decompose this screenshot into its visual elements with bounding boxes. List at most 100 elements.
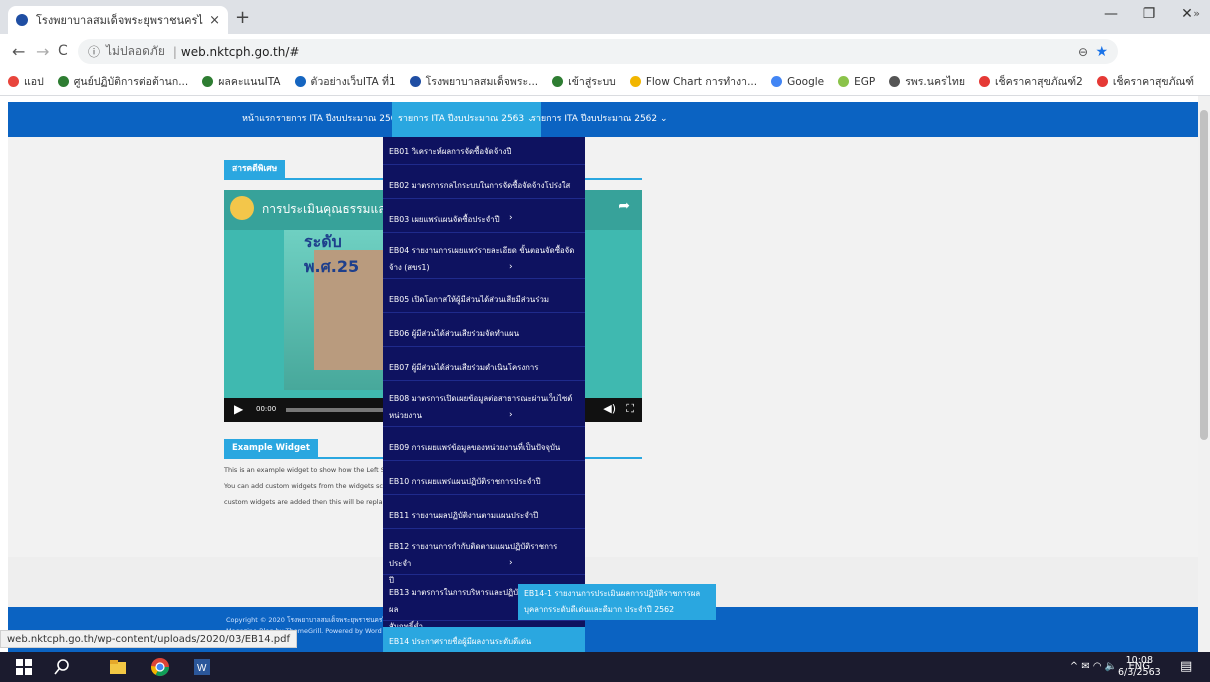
bookmark-label: ตัวอย่างเว็บITA ที่1 [310, 76, 396, 88]
info-icon[interactable]: ⓘ [88, 43, 100, 60]
nav-ita-2562[interactable]: รายการ ITA ปีงบประมาณ 2562 ⌄ [525, 102, 674, 137]
bookmark-item[interactable]: ตัวอย่างเว็บITA ที่1 [294, 73, 396, 90]
clock-date: 6/3/2563 [1118, 667, 1161, 678]
file-explorer-icon[interactable] [108, 657, 128, 677]
bookmark-label: Flow Chart การทำงา... [645, 76, 758, 88]
chevron-right-icon: › [509, 262, 513, 272]
chrome-icon[interactable] [150, 657, 170, 677]
bookmark-item[interactable]: เช็คราคาสุขภัณฑ์ [1096, 73, 1194, 90]
bookmark-favicon-icon [771, 76, 783, 87]
fullscreen-icon[interactable]: ⛶ [626, 402, 634, 416]
bookmark-item[interactable]: Flow Chart การทำงา... [629, 73, 758, 90]
dropdown-menu-item[interactable]: EB14 ประกาศรายชื่อผู้มีผลงานระดับดีเด่น [383, 627, 585, 652]
dropdown-item-label: EB08 มาตรการเปิดเผยข้อมูลต่อสาธารณะผ่านเ… [389, 394, 573, 403]
browser-tab-bar: โรงพยาบาลสมเด็จพระยุพราชนครไทย × + — ❐ ✕ [0, 0, 1210, 34]
ita-2563-dropdown-menu: EB01 วิเคราะห์ผลการจัดซื้อจัดจ้างปี EB02 … [383, 137, 585, 652]
chevron-right-icon: › [509, 213, 513, 223]
dropdown-item-label: จ้าง (สขร1) [389, 263, 430, 272]
nav-ita-2564[interactable]: รายการ ITA ปีงบประมาณ 2564 [270, 102, 408, 137]
dropdown-menu-item[interactable]: EB01 วิเคราะห์ผลการจัดซื้อจัดจ้างปี [383, 137, 585, 165]
dropdown-menu-item[interactable]: EB04 รายงานการเผยแพร่รายละเอียด ขั้นตอนจ… [383, 239, 585, 279]
dropdown-menu-item[interactable]: EB11 รายงานผลปฏิบัติงานตามแผนประจำปี [383, 501, 585, 529]
bookmark-favicon-icon [202, 76, 214, 87]
restore-button[interactable]: ❐ [1134, 6, 1164, 22]
video-time: 00:00 [256, 405, 277, 413]
dropdown-item-label: EB11 รายงานผลปฏิบัติงานตามแผนประจำปี [389, 511, 539, 520]
dropdown-menu-item[interactable]: EB05 เปิดโอกาสให้ผู้มีส่วนได้ส่วนเสียมีส… [383, 285, 585, 313]
widget-title-example: Example Widget [224, 439, 318, 457]
dropdown-item-label: EB06 ผู้มีส่วนได้ส่วนเสียร่วมจัดทำแผน [389, 329, 520, 338]
dropdown-item-label: หน่วยงาน [389, 411, 422, 420]
back-button[interactable]: ← [12, 42, 25, 61]
nav-ita-2563[interactable]: รายการ ITA ปีงบประมาณ 2563 ⌄ [392, 102, 541, 137]
dropdown-item-label: EB14 ประกาศรายชื่อผู้มีผลงานระดับดีเด่น [389, 637, 532, 646]
submenu-line: บุคลากรระดับดีเด่นและดีมาก ประจำปี 2562 [524, 605, 675, 614]
channel-logo-icon [230, 196, 254, 220]
video-overlay-line2: พ.ศ.25 [304, 257, 360, 276]
volume-icon[interactable]: ◀) [603, 402, 616, 415]
dropdown-menu-item[interactable]: EB03 เผยแพร่แผนจัดซื้อประจำปี › [383, 205, 585, 233]
tab-close-icon[interactable]: × [209, 13, 220, 28]
submenu-line: EB14-1 รายงานการประเมินผลการปฏิบัติราชกา… [524, 589, 701, 598]
windows-start-icon[interactable] [14, 657, 34, 677]
dropdown-item-label: EB12 รายงานการกำกับติดตามแผนปฏิบัติราชกา… [389, 542, 558, 568]
url-input[interactable]: ⓘ ไม่ปลอดภัย | web.nktcph.go.th/# ⊖ ★ [78, 39, 1118, 64]
tray-icons: ^ ✉ ◠ 🔈 [1069, 661, 1118, 672]
svg-text:W: W [197, 663, 207, 674]
dropdown-menu-item[interactable]: EB12 รายงานการกำกับติดตามแผนปฏิบัติราชกา… [383, 535, 585, 585]
word-icon[interactable]: W [192, 657, 212, 677]
address-bar-row: ← → C ⓘ ไม่ปลอดภัย | web.nktcph.go.th/# … [0, 34, 1210, 94]
clock-time: 10:08 [1125, 655, 1154, 666]
notification-icon[interactable]: ▤ [1180, 659, 1192, 674]
new-tab-button[interactable]: + [235, 7, 250, 28]
dropdown-menu-item[interactable]: EB02 มาตรการกลไกระบบในการจัดซื้อจัดจ้างโ… [383, 171, 585, 199]
dropdown-item-label: EB09 การเผยแพร่ข้อมูลของหน่วยงานที่เป็นป… [389, 443, 561, 452]
dropdown-item-label: EB07 ผู้มีส่วนได้ส่วนเสียร่วมดำเนินโครงก… [389, 363, 539, 372]
dropdown-menu-item[interactable]: EB10 การเผยแพร่แผนปฏิบัติราชการประจำปี [383, 467, 585, 495]
bookmark-item[interactable]: โรงพยาบาลสมเด็จพระ... [409, 73, 539, 90]
bookmark-label: โรงพยาบาลสมเด็จพระ... [425, 76, 539, 88]
bookmark-item[interactable]: ศูนย์ปฏิบัติการต่อต้านก... [57, 73, 189, 90]
bookmark-item[interactable]: แอป [8, 73, 44, 90]
play-icon[interactable]: ▶ [234, 402, 243, 416]
zoom-icon[interactable]: ⊖ [1078, 45, 1088, 59]
link-status-url: web.nktcph.go.th/wp-content/uploads/2020… [0, 630, 298, 648]
dropdown-menu-item[interactable]: EB08 มาตรการเปิดเผยข้อมูลต่อสาธารณะผ่านเ… [383, 387, 585, 427]
bookmark-label: Google [787, 75, 825, 88]
site-navigation: หน้าแรก รายการ ITA ปีงบประมาณ 2564 รายกา… [8, 102, 1198, 137]
chevron-right-icon: › [509, 410, 513, 420]
search-icon[interactable] [52, 657, 72, 677]
browser-tab[interactable]: โรงพยาบาลสมเด็จพระยุพราชนครไทย × [8, 6, 228, 34]
share-icon[interactable]: ➦ [618, 198, 630, 214]
site-favicon-icon [16, 14, 28, 26]
bookmark-star-icon[interactable]: ★ [1095, 44, 1108, 60]
scrollbar-thumb[interactable] [1200, 110, 1208, 440]
eb14-submenu-item[interactable]: EB14-1 รายงานการประเมินผลการปฏิบัติราชกา… [518, 584, 716, 620]
bookmark-favicon-icon [294, 76, 306, 87]
bookmark-label: แอป [24, 76, 44, 88]
bookmark-label: เช็คราคาสุขภัณฑ์ [1112, 76, 1194, 88]
bookmark-item[interactable]: EGP [838, 76, 875, 88]
dropdown-item-label: EB02 มาตรการกลไกระบบในการจัดซื้อจัดจ้างโ… [389, 181, 571, 190]
windows-taskbar: W ^ ✉ ◠ 🔈 ENG 10:08 6/3/2563 ▤ [0, 652, 1210, 682]
bookmark-label: เช็คราคาสุขภัณฑ์2 [994, 76, 1083, 88]
forward-button[interactable]: → [36, 42, 49, 61]
taskbar-clock[interactable]: 10:08 6/3/2563 [1118, 655, 1161, 679]
bookmark-item[interactable]: เข้าสู่ระบบ [552, 73, 616, 90]
video-progress-bar[interactable] [286, 408, 386, 412]
dropdown-item-label: EB05 เปิดโอกาสให้ผู้มีส่วนได้ส่วนเสียมีส… [389, 295, 549, 304]
bookmark-favicon-icon [8, 76, 19, 87]
reload-button[interactable]: C [58, 43, 68, 59]
bookmark-favicon-icon [552, 76, 564, 87]
bookmark-item[interactable]: ผลคะแนนITA [202, 73, 281, 90]
bookmark-item[interactable]: รพร.นครไทย [889, 73, 965, 90]
dropdown-menu-item[interactable]: EB07 ผู้มีส่วนได้ส่วนเสียร่วมดำเนินโครงก… [383, 353, 585, 381]
dropdown-menu-item[interactable]: EB06 ผู้มีส่วนได้ส่วนเสียร่วมจัดทำแผน [383, 319, 585, 347]
bookmark-label: ศูนย์ปฏิบัติการต่อต้านก... [73, 76, 189, 88]
dropdown-menu-item[interactable]: EB09 การเผยแพร่ข้อมูลของหน่วยงานที่เป็นป… [383, 433, 585, 461]
bookmark-item[interactable]: เช็คราคาสุขภัณฑ์2 [978, 73, 1083, 90]
minimize-button[interactable]: — [1096, 6, 1126, 22]
bookmarks-overflow-button[interactable]: » [1193, 7, 1200, 20]
bookmark-label: เข้าสู่ระบบ [568, 76, 616, 88]
bookmark-item[interactable]: Google [771, 76, 824, 88]
